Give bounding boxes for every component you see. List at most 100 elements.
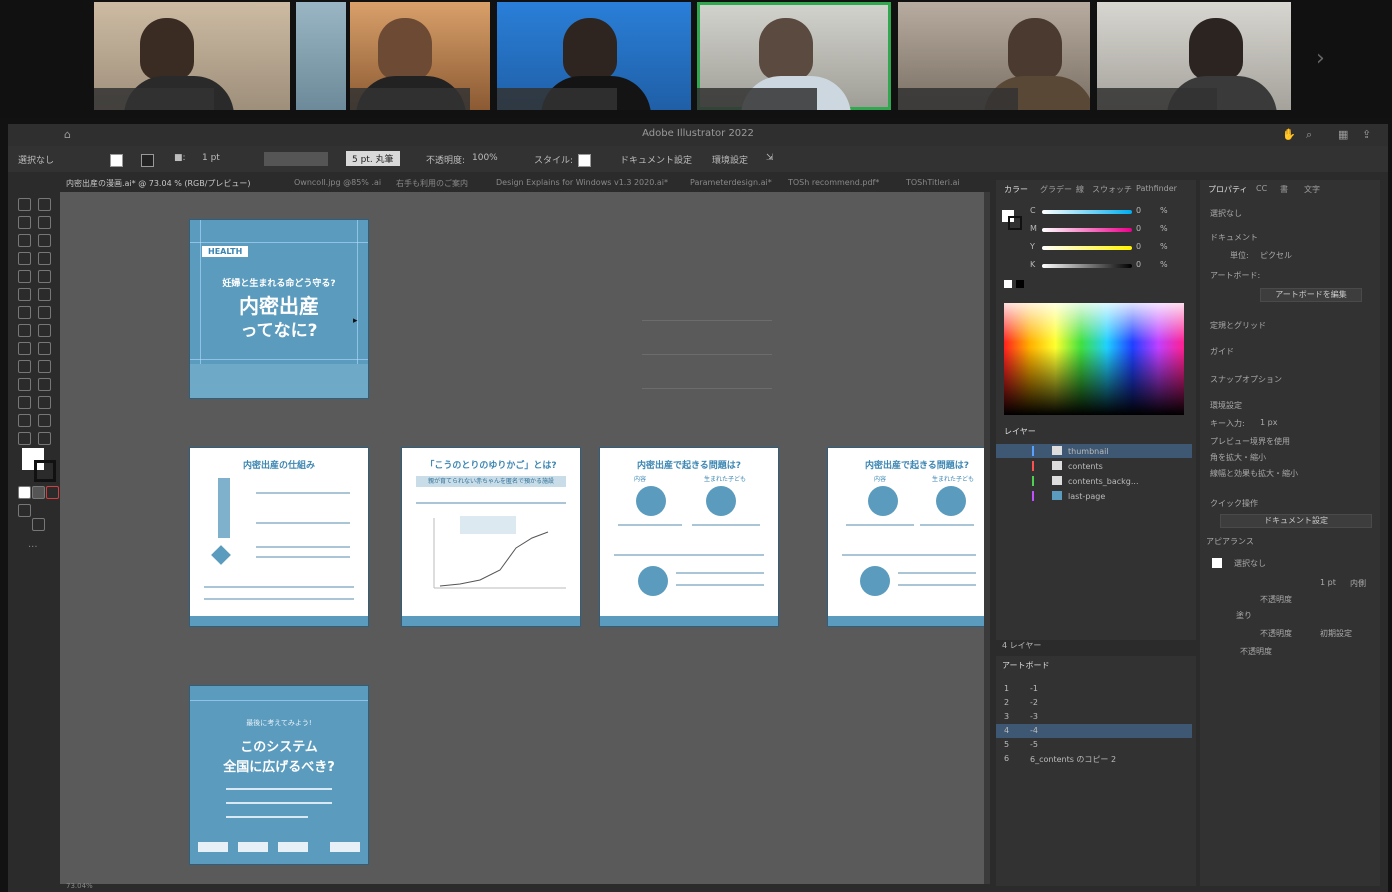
stroke-weight-field[interactable]: 1 pt bbox=[202, 153, 220, 163]
participant-tile[interactable] bbox=[1097, 2, 1291, 110]
type-tool-icon[interactable] bbox=[18, 252, 31, 265]
slice-tool-icon[interactable] bbox=[38, 414, 51, 427]
shape-builder-tool-icon[interactable] bbox=[18, 342, 31, 355]
yellow-slider[interactable] bbox=[1042, 246, 1132, 250]
more-tools-icon[interactable]: ··· bbox=[28, 542, 38, 553]
doc-tab[interactable]: TOSh recommend.pdf* bbox=[788, 178, 879, 187]
color-tab[interactable]: カラー bbox=[1004, 184, 1028, 195]
doc-tab[interactable]: TOShTitleri.ai bbox=[906, 178, 960, 187]
doc-tab-active[interactable]: 内密出産の漫画.ai* @ 73.04 % (RGB/プレビュー) bbox=[66, 178, 251, 189]
color-spectrum[interactable] bbox=[1004, 303, 1184, 415]
cc-tab[interactable]: CC bbox=[1256, 184, 1267, 193]
vertical-scrollbar[interactable] bbox=[984, 192, 990, 884]
black-value[interactable]: 0 bbox=[1136, 260, 1141, 269]
artboard-row[interactable]: 1 -1 bbox=[996, 682, 1192, 696]
style-swatch[interactable] bbox=[578, 154, 591, 167]
zoom-tool-icon[interactable] bbox=[38, 432, 51, 445]
preferences-button[interactable]: 環境設定 bbox=[712, 153, 748, 166]
width-tool-icon[interactable] bbox=[18, 324, 31, 337]
edit-artboard-button[interactable]: アートボードを編集 bbox=[1260, 288, 1362, 302]
chevron-right-icon[interactable]: › bbox=[1316, 46, 1325, 71]
book-tab[interactable]: 書 bbox=[1280, 184, 1288, 195]
artboard-cradle[interactable]: 「こうのとりのゆりかご」とは? 親が育てられない赤ちゃんを匿名で預かる施設 bbox=[402, 448, 580, 626]
stroke-swatch[interactable] bbox=[141, 154, 154, 167]
magenta-value[interactable]: 0 bbox=[1136, 224, 1141, 233]
artboard-system[interactable]: 最後に考えてみよう! このシステム 全国に広げるべき? bbox=[190, 686, 368, 864]
screen-mode-icon[interactable] bbox=[32, 518, 45, 531]
artboard-row[interactable]: 3 -3 bbox=[996, 710, 1192, 724]
document-setup-button[interactable]: ドキュメント設定 bbox=[620, 153, 692, 166]
layer-row[interactable]: contents_backg... bbox=[996, 474, 1192, 488]
artboard-row[interactable]: 2 -2 bbox=[996, 696, 1192, 710]
artboard-problems[interactable]: 内密出産で起きる問題は? 内容 生まれた子ども bbox=[600, 448, 778, 626]
fill-swatch[interactable] bbox=[110, 154, 123, 167]
artboard-row-selected[interactable]: 4 -4 bbox=[996, 724, 1192, 738]
document-setup-button[interactable]: ドキュメント設定 bbox=[1220, 514, 1372, 528]
stroke-indicator[interactable] bbox=[1008, 216, 1022, 230]
option-checkbox[interactable]: 角を拡大・縮小 bbox=[1210, 452, 1266, 463]
artboard-canvas[interactable]: HEALTH 妊婦と生まれる命どう守る? 内密出産 ってなに? ▸ 内密出産の仕… bbox=[60, 192, 990, 884]
gradient-mode-icon[interactable] bbox=[32, 486, 45, 499]
participant-tile[interactable] bbox=[296, 2, 346, 110]
shaper-tool-icon[interactable] bbox=[18, 288, 31, 301]
gradient-tab[interactable]: グラデー bbox=[1040, 184, 1072, 195]
brush-dropdown[interactable]: 5 pt. 丸筆 bbox=[346, 151, 400, 166]
draw-mode-icon[interactable] bbox=[18, 504, 31, 517]
participant-tile[interactable] bbox=[497, 2, 691, 110]
mesh-tool-icon[interactable] bbox=[18, 360, 31, 373]
symbol-sprayer-tool-icon[interactable] bbox=[18, 396, 31, 409]
opacity-button-1[interactable]: 不透明度 bbox=[1260, 594, 1292, 605]
artboard-row[interactable]: 5 -5 bbox=[996, 738, 1192, 752]
doc-tab[interactable]: Parameterdesign.ai* bbox=[690, 178, 772, 187]
artboard-mechanism[interactable]: 内密出産の仕組み bbox=[190, 448, 368, 626]
pen-tool-icon[interactable] bbox=[18, 234, 31, 247]
graph-tool-icon[interactable] bbox=[38, 396, 51, 409]
properties-tab[interactable]: プロパティ bbox=[1208, 184, 1248, 195]
option-checkbox[interactable]: プレビュー境界を使用 bbox=[1210, 436, 1290, 447]
layers-tab[interactable]: レイヤー bbox=[1004, 426, 1036, 437]
yellow-value[interactable]: 0 bbox=[1136, 242, 1141, 251]
cyan-value[interactable]: 0 bbox=[1136, 206, 1141, 215]
variable-width-dropdown[interactable] bbox=[264, 152, 328, 166]
participant-tile-active[interactable] bbox=[697, 2, 891, 110]
cyan-slider[interactable] bbox=[1042, 210, 1132, 214]
zoom-level[interactable]: 73.04% bbox=[66, 882, 93, 890]
blend-tool-icon[interactable] bbox=[38, 378, 51, 391]
paintbrush-tool-icon[interactable] bbox=[38, 270, 51, 283]
hand-tool-icon[interactable] bbox=[18, 432, 31, 445]
line-tool-icon[interactable] bbox=[38, 252, 51, 265]
artboard-tool-icon[interactable] bbox=[18, 414, 31, 427]
magenta-slider[interactable] bbox=[1042, 228, 1132, 232]
doc-tab[interactable]: Design Explains for Windows v1.3 2020.ai… bbox=[496, 178, 668, 187]
artboard-problems-copy[interactable]: 内密出産で起きる問題は? 内容 生まれた子ども bbox=[828, 448, 984, 626]
option-checkbox[interactable]: 線幅と効果も拡大・縮小 bbox=[1210, 468, 1298, 479]
participant-tile[interactable] bbox=[94, 2, 290, 110]
perspective-tool-icon[interactable] bbox=[38, 342, 51, 355]
participant-tile[interactable] bbox=[898, 2, 1090, 110]
stroke-weight-value[interactable]: 1 pt bbox=[1320, 578, 1336, 587]
free-transform-tool-icon[interactable] bbox=[38, 324, 51, 337]
doc-tab[interactable]: 右手も利用のご案内 bbox=[396, 178, 468, 189]
artboards-tab[interactable]: アートボード bbox=[1002, 660, 1050, 671]
opacity-button-2[interactable]: 不透明度 bbox=[1260, 628, 1292, 639]
doc-tab[interactable]: Owncoll.jpg @85% .ai bbox=[294, 178, 381, 187]
swatches-tab[interactable]: スウォッチ bbox=[1092, 184, 1132, 195]
stroke-tab[interactable]: 線 bbox=[1076, 184, 1084, 195]
artboard-row[interactable]: 6 6_contents のコピー 2 bbox=[996, 752, 1192, 766]
lasso-tool-icon[interactable] bbox=[38, 216, 51, 229]
rotate-tool-icon[interactable] bbox=[18, 306, 31, 319]
align-icon[interactable]: ⇲ bbox=[766, 153, 774, 163]
curvature-tool-icon[interactable] bbox=[38, 234, 51, 247]
unit-dropdown[interactable]: ピクセル bbox=[1260, 250, 1292, 261]
opacity-button-3[interactable]: 不透明度 bbox=[1240, 646, 1272, 657]
layer-row[interactable]: last-page bbox=[996, 489, 1192, 503]
black-slider[interactable] bbox=[1042, 264, 1132, 268]
eraser-tool-icon[interactable] bbox=[38, 288, 51, 301]
white-swatch[interactable] bbox=[1004, 280, 1012, 288]
character-tab[interactable]: 文字 bbox=[1304, 184, 1320, 195]
magic-wand-tool-icon[interactable] bbox=[18, 216, 31, 229]
stroke-color-swatch[interactable] bbox=[34, 460, 56, 482]
layer-row[interactable]: contents bbox=[996, 459, 1192, 473]
opacity-field[interactable]: 100% bbox=[472, 153, 498, 163]
direct-selection-tool-icon[interactable] bbox=[38, 198, 51, 211]
